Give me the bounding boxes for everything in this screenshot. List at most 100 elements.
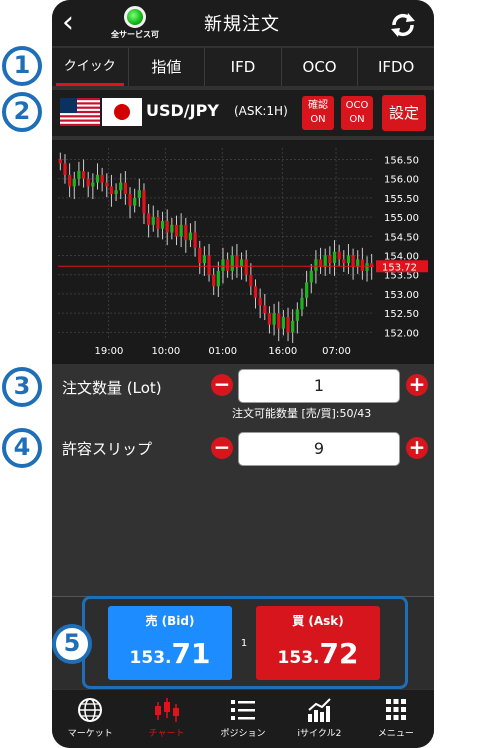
candle-body: [365, 263, 369, 271]
nav-icycle-label: iサイクル2: [297, 729, 342, 739]
available-quantity: 注文可能数量 [売/買]:50/43: [232, 407, 372, 420]
slippage-input[interactable]: 9: [238, 432, 400, 466]
y-tick-label: 155.50: [384, 194, 419, 205]
x-tick-label: 10:00: [151, 346, 180, 357]
candle-body: [351, 255, 355, 268]
candle-body: [221, 259, 225, 271]
slippage-label: 許容スリップ: [62, 440, 153, 458]
x-tick-label: 01:00: [208, 346, 237, 357]
slippage-increase-button[interactable]: +: [406, 437, 428, 459]
confirm-toggle-button[interactable]: 確認 ON: [302, 96, 334, 130]
candle-body: [291, 320, 295, 333]
candle-body: [114, 190, 118, 195]
oco-toggle-button[interactable]: OCO ON: [341, 96, 373, 130]
status-text: 全サービス可: [111, 30, 159, 39]
nav-position-label: ポジション: [220, 729, 266, 739]
japan-flag-icon: [102, 98, 142, 126]
nav-menu[interactable]: メニュー: [358, 690, 434, 748]
candle-body: [272, 313, 276, 325]
confirm-state: ON: [310, 114, 326, 125]
candle-body: [193, 232, 197, 248]
price-chart[interactable]: 156.50156.00155.50155.00154.50154.00153.…: [52, 140, 434, 364]
candle-body: [119, 182, 123, 191]
back-icon[interactable]: ‹: [62, 6, 82, 40]
currency-pair-bar: USD/JPY (ASK:1H) 確認 ON OCO ON 設定: [52, 90, 434, 136]
settings-button[interactable]: 設定: [382, 95, 426, 131]
quantity-increase-button[interactable]: +: [406, 374, 428, 396]
slippage-decrease-button[interactable]: −: [211, 437, 233, 459]
nav-menu-label: メニュー: [377, 729, 414, 739]
status-light-icon: [124, 6, 146, 28]
candle-body: [63, 163, 67, 175]
candle-body: [86, 178, 90, 187]
currency-pair[interactable]: USD/JPY: [146, 101, 219, 120]
nav-market[interactable]: マーケット: [52, 690, 128, 748]
annotation-5: 5: [52, 624, 92, 664]
candle-body: [216, 270, 220, 287]
candle-body: [123, 182, 128, 195]
candle-body: [225, 259, 230, 271]
nav-position[interactable]: ポジション: [205, 690, 281, 748]
candle-body: [360, 259, 365, 271]
candle-body: [212, 274, 216, 287]
refresh-icon[interactable]: [388, 10, 418, 40]
candle-body: [77, 171, 81, 179]
candle-body: [146, 213, 151, 225]
candle-body: [151, 217, 155, 225]
candle-body: [342, 259, 346, 264]
candle-body: [309, 270, 313, 283]
candle-body: [267, 313, 272, 325]
candle-body: [295, 309, 299, 321]
candle-body: [323, 255, 327, 268]
bottom-nav: マーケット チャート ポジション iサイクル2 メニュー: [52, 690, 434, 748]
candlestick-icon: [154, 698, 179, 722]
candle-body: [230, 255, 234, 271]
page-title: 新規注文: [204, 14, 280, 35]
grid-icon: [385, 699, 406, 720]
candle-body: [328, 255, 332, 264]
candle-body: [67, 174, 72, 187]
candle-body: [249, 274, 253, 287]
candle-body: [198, 247, 202, 264]
list-icon: [231, 700, 256, 720]
candle-body: [207, 255, 211, 275]
tab-limit[interactable]: 指値: [129, 48, 206, 86]
candle-body: [277, 313, 281, 329]
order-type-tabs: クイック 指値 IFD OCO IFDO: [52, 48, 434, 86]
candle-body: [337, 251, 341, 260]
annotation-4: 4: [2, 428, 42, 468]
y-tick-label: 152.00: [384, 328, 419, 339]
nav-market-label: マーケット: [67, 729, 113, 739]
candle-body: [133, 197, 137, 206]
quantity-input[interactable]: 1: [238, 369, 400, 403]
status-indicator: 全サービス可: [110, 6, 160, 40]
candle-body: [170, 224, 174, 233]
nav-icycle[interactable]: iサイクル2: [281, 690, 357, 748]
candle-body: [235, 255, 239, 268]
quantity-decrease-button[interactable]: −: [211, 374, 233, 396]
tab-ifdo[interactable]: IFDO: [358, 48, 434, 86]
annotation-1: 1: [2, 46, 42, 86]
x-tick-label: 16:00: [268, 346, 297, 357]
tab-ifd[interactable]: IFD: [205, 48, 282, 86]
oco-state: ON: [349, 114, 365, 125]
candle-body: [188, 232, 193, 241]
bar-chart-icon: [308, 698, 332, 722]
candle-body: [72, 178, 76, 187]
candle-body: [300, 297, 304, 310]
nav-chart[interactable]: チャート: [128, 690, 204, 748]
candle-body: [184, 224, 188, 241]
candle-body: [286, 316, 290, 333]
tab-quick[interactable]: クイック: [52, 48, 129, 86]
nav-chart-label: チャート: [148, 729, 185, 739]
candle-body: [253, 286, 258, 298]
candle-body: [281, 316, 286, 329]
candle-body: [179, 224, 183, 237]
annotation-2: 2: [2, 92, 42, 132]
candle-body: [142, 190, 146, 214]
candle-body: [160, 220, 165, 229]
tab-oco[interactable]: OCO: [282, 48, 359, 86]
candle-body: [174, 224, 179, 237]
y-tick-label: 156.50: [384, 156, 419, 167]
candle-body: [95, 174, 100, 183]
